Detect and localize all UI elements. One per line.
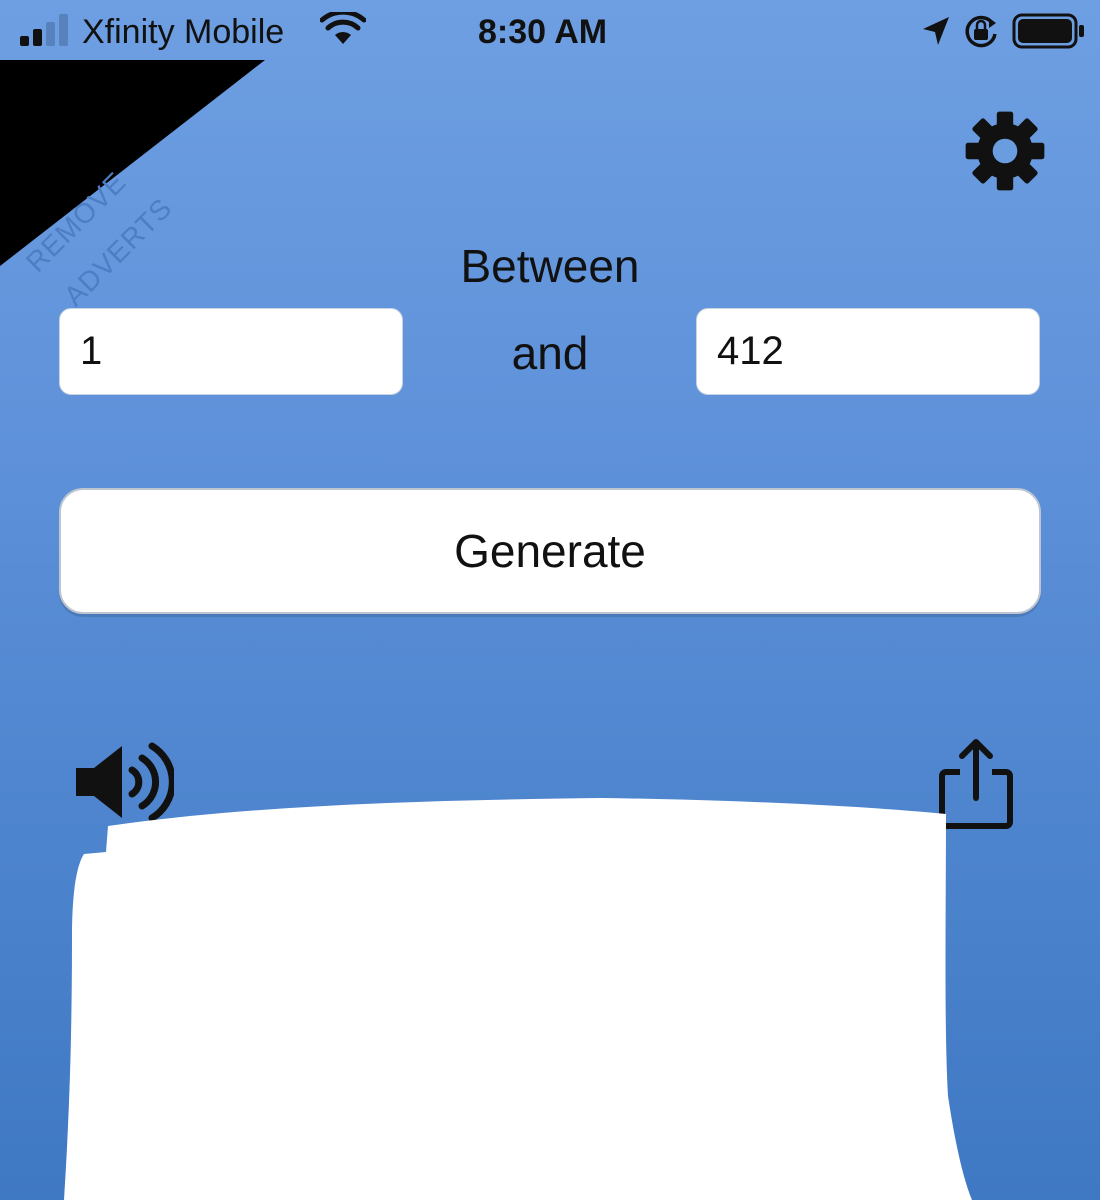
generate-button[interactable]: Generate (59, 488, 1041, 614)
gear-icon[interactable] (964, 110, 1046, 192)
carrier-name: Xfinity Mobile (82, 13, 285, 51)
battery-icon (1012, 13, 1084, 49)
result-display-area (64, 798, 972, 1200)
between-label: Between (460, 240, 640, 292)
and-label: and (511, 327, 589, 379)
status-bar: Xfinity Mobile 8:30 AM (0, 0, 1100, 62)
cellular-signal-icon (20, 14, 68, 46)
max-number-input[interactable] (696, 308, 1040, 395)
banner-background (0, 60, 265, 266)
min-number-input[interactable] (59, 308, 403, 395)
rotation-lock-icon (965, 15, 997, 48)
remove-adverts-banner[interactable]: REMOVE ADVERTS (0, 60, 265, 312)
wifi-icon (320, 12, 366, 44)
location-arrow-icon (923, 17, 949, 45)
status-time: 8:30 AM (478, 13, 608, 51)
